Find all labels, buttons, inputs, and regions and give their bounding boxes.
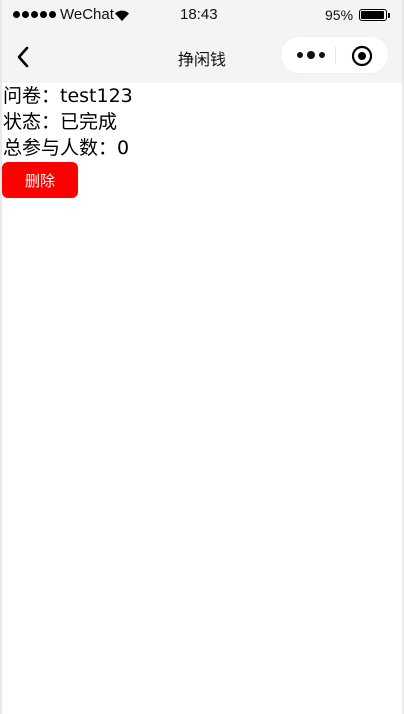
- more-dots-icon: [297, 52, 303, 58]
- phone-screen: WeChat 18:43 95% 挣闲钱 问卷：test123 状态：已完成 总…: [2, 0, 402, 714]
- battery-fill: [361, 11, 384, 19]
- more-button[interactable]: [293, 45, 329, 65]
- delete-button[interactable]: 删除: [2, 162, 78, 198]
- participants-value: 0: [117, 137, 130, 159]
- survey-detail: 问卷：test123 状态：已完成 总参与人数：0 删除: [2, 83, 402, 198]
- capsule-divider: [335, 47, 336, 64]
- battery-percent: 95%: [325, 7, 354, 23]
- battery-icon: [359, 9, 387, 21]
- more-dot-center: [307, 51, 315, 59]
- participants-row: 总参与人数：0: [2, 135, 402, 161]
- nav-bar: 挣闲钱: [2, 32, 402, 83]
- signal-strength-icon: [13, 11, 56, 18]
- wifi-icon: [115, 10, 129, 21]
- carrier-name: WeChat: [60, 6, 114, 23]
- participants-label: 总参与人数：: [3, 137, 118, 159]
- survey-status-row: 状态：已完成: [2, 109, 402, 135]
- clock: 18:43: [180, 6, 218, 23]
- survey-name-row: 问卷：test123: [2, 83, 402, 109]
- battery-tip: [388, 13, 390, 18]
- survey-status-label: 状态：: [3, 111, 61, 133]
- target-close-icon[interactable]: [351, 45, 373, 67]
- survey-name-label: 问卷：: [3, 85, 61, 107]
- survey-name-value: test123: [60, 85, 133, 107]
- more-dot-right: [319, 52, 325, 58]
- status-bar: WeChat 18:43 95%: [2, 0, 402, 32]
- mini-program-capsule: [280, 36, 389, 74]
- survey-status-value: 已完成: [60, 111, 118, 133]
